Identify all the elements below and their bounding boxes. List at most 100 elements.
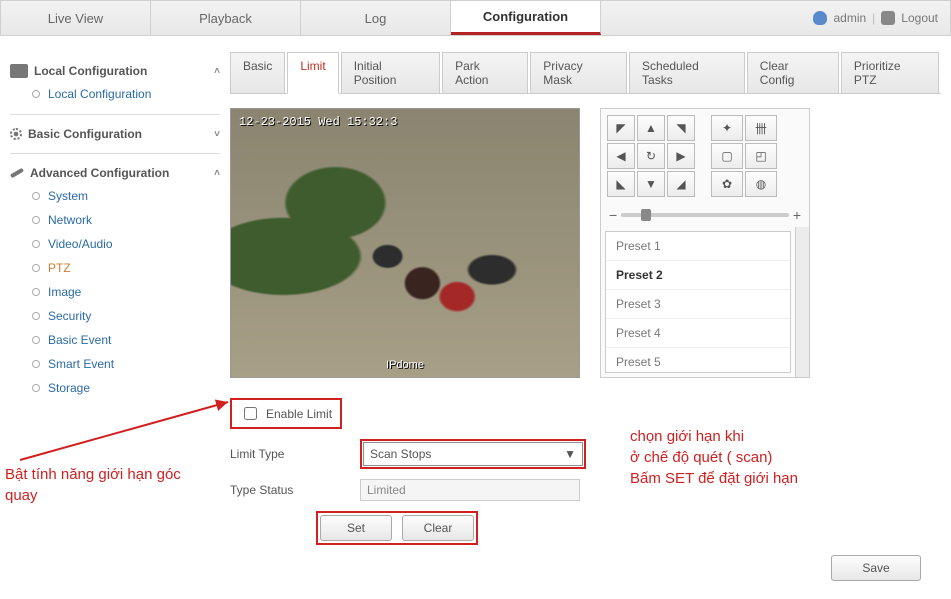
sidebar-item-label: Video/Audio bbox=[48, 237, 113, 251]
bullet-icon bbox=[32, 264, 40, 272]
nav-spacer bbox=[601, 1, 801, 35]
monitor-icon bbox=[10, 64, 28, 78]
sidebar-item-local-config[interactable]: Local Configuration bbox=[10, 82, 220, 106]
ptz-up[interactable]: ▲ bbox=[637, 115, 665, 141]
plus-icon: + bbox=[793, 207, 801, 223]
tab-log[interactable]: Log bbox=[301, 1, 451, 35]
sidebar-item-image[interactable]: Image bbox=[10, 280, 220, 304]
limit-form: Enable Limit Limit Type Scan Stops ▼ Typ… bbox=[230, 398, 941, 545]
type-status-value: Limited bbox=[360, 479, 580, 501]
scrollbar[interactable] bbox=[795, 227, 809, 377]
ptz-down[interactable]: ▼ bbox=[637, 171, 665, 197]
ptz-left[interactable]: ◀ bbox=[607, 143, 635, 169]
zoom-out[interactable]: 卌 bbox=[745, 115, 777, 141]
tab-configuration[interactable]: Configuration bbox=[451, 1, 601, 35]
video-osd-timestamp: 12-23-2015 Wed 15:32:3 bbox=[239, 115, 397, 129]
sidebar-item-ptz[interactable]: PTZ bbox=[10, 256, 220, 280]
sidebar-item-label: Local Configuration bbox=[48, 87, 151, 101]
subtab-limit[interactable]: Limit bbox=[287, 52, 338, 94]
sidebar-item-security[interactable]: Security bbox=[10, 304, 220, 328]
sidebar-item-network[interactable]: Network bbox=[10, 208, 220, 232]
buttons-highlight: Set Clear bbox=[316, 511, 478, 545]
sidebar-item-smart-event[interactable]: Smart Event bbox=[10, 352, 220, 376]
preset-item-1[interactable]: Preset 1 bbox=[606, 232, 790, 261]
focus-far[interactable]: ◰ bbox=[745, 143, 777, 169]
group-title: Basic Configuration bbox=[28, 127, 142, 141]
tab-playback[interactable]: Playback bbox=[151, 1, 301, 35]
logout-icon bbox=[881, 11, 895, 25]
subtab-clear-config[interactable]: Clear Config bbox=[747, 52, 839, 94]
ptz-down-left[interactable]: ◣ bbox=[607, 171, 635, 197]
sidebar-item-label: Storage bbox=[48, 381, 90, 395]
enable-limit-checkbox[interactable] bbox=[244, 407, 257, 420]
sidebar: Local Configuration ˄ Local Configuratio… bbox=[0, 52, 220, 599]
ptz-speed-slider[interactable]: − + bbox=[601, 203, 809, 227]
preset-item-2[interactable]: Preset 2 bbox=[606, 261, 790, 290]
slider-track[interactable] bbox=[621, 213, 789, 217]
subtab-initial-position[interactable]: Initial Position bbox=[341, 52, 440, 94]
subtab-scheduled-tasks[interactable]: Scheduled Tasks bbox=[629, 52, 745, 94]
group-title: Advanced Configuration bbox=[30, 166, 169, 180]
main-panel: Basic Limit Initial Position Park Action… bbox=[220, 52, 951, 599]
bullet-icon bbox=[32, 192, 40, 200]
group-head-local[interactable]: Local Configuration ˄ bbox=[10, 60, 220, 82]
sidebar-item-label: Image bbox=[48, 285, 81, 299]
save-row: Save bbox=[230, 545, 941, 589]
bullet-icon bbox=[32, 216, 40, 224]
subtab-prioritize-ptz[interactable]: Prioritize PTZ bbox=[841, 52, 939, 94]
enable-limit-label: Enable Limit bbox=[266, 407, 332, 421]
body: Local Configuration ˄ Local Configuratio… bbox=[0, 36, 951, 599]
sidebar-item-system[interactable]: System bbox=[10, 184, 220, 208]
sidebar-item-label: Network bbox=[48, 213, 92, 227]
ptz-right[interactable]: ▶ bbox=[667, 143, 695, 169]
video-preview[interactable]: 12-23-2015 Wed 15:32:3 IPdome bbox=[230, 108, 580, 378]
preset-item-5[interactable]: Preset 5 bbox=[606, 348, 790, 373]
limit-type-value: Scan Stops bbox=[370, 447, 431, 461]
bullet-icon bbox=[32, 312, 40, 320]
limit-type-label: Limit Type bbox=[230, 447, 360, 461]
zoom-in[interactable]: ✦ bbox=[711, 115, 743, 141]
iris-open[interactable]: ✿ bbox=[711, 171, 743, 197]
sidebar-item-video-audio[interactable]: Video/Audio bbox=[10, 232, 220, 256]
subtab-basic[interactable]: Basic bbox=[230, 52, 285, 94]
group-title: Local Configuration bbox=[34, 64, 147, 78]
group-head-advanced[interactable]: Advanced Configuration ˄ bbox=[10, 162, 220, 184]
sidebar-item-basic-event[interactable]: Basic Event bbox=[10, 328, 220, 352]
group-local-config: Local Configuration ˄ Local Configuratio… bbox=[10, 52, 220, 115]
ptz-up-right[interactable]: ◥ bbox=[667, 115, 695, 141]
sidebar-item-label: Basic Event bbox=[48, 333, 111, 347]
focus-near[interactable]: ▢ bbox=[711, 143, 743, 169]
ptz-panel: ◤ ▲ ◥ ◀ ↻ ▶ ◣ ▼ ◢ ✦ 卌 ▢ ◰ bbox=[600, 108, 810, 378]
user-icon bbox=[813, 11, 827, 25]
subtab-privacy-mask[interactable]: Privacy Mask bbox=[530, 52, 627, 94]
slider-thumb[interactable] bbox=[641, 209, 651, 221]
ptz-auto[interactable]: ↻ bbox=[637, 143, 665, 169]
bullet-icon bbox=[32, 90, 40, 98]
limit-type-highlight: Scan Stops ▼ bbox=[360, 439, 586, 469]
minus-icon: − bbox=[609, 207, 617, 223]
limit-type-select[interactable]: Scan Stops ▼ bbox=[363, 442, 583, 466]
tab-live-view[interactable]: Live View bbox=[1, 1, 151, 35]
save-button[interactable]: Save bbox=[831, 555, 921, 581]
sidebar-item-label: PTZ bbox=[48, 261, 71, 275]
clear-button[interactable]: Clear bbox=[402, 515, 474, 541]
sidebar-item-storage[interactable]: Storage bbox=[10, 376, 220, 400]
user-area: admin | Logout bbox=[801, 1, 950, 35]
subtab-bar: Basic Limit Initial Position Park Action… bbox=[230, 52, 941, 94]
ptz-down-right[interactable]: ◢ bbox=[667, 171, 695, 197]
logout-link[interactable]: Logout bbox=[901, 11, 938, 25]
group-head-basic[interactable]: Basic Configuration ˅ bbox=[10, 123, 220, 145]
ptz-controls: ◤ ▲ ◥ ◀ ↻ ▶ ◣ ▼ ◢ ✦ 卌 ▢ ◰ bbox=[601, 109, 809, 203]
ptz-up-left[interactable]: ◤ bbox=[607, 115, 635, 141]
set-button[interactable]: Set bbox=[320, 515, 392, 541]
group-basic-config: Basic Configuration ˅ bbox=[10, 115, 220, 154]
iris-close[interactable]: ◍ bbox=[745, 171, 777, 197]
bullet-icon bbox=[32, 288, 40, 296]
dropdown-icon: ▼ bbox=[564, 447, 576, 461]
subtab-park-action[interactable]: Park Action bbox=[442, 52, 528, 94]
bullet-icon bbox=[32, 240, 40, 248]
bullet-icon bbox=[32, 384, 40, 392]
preset-item-3[interactable]: Preset 3 bbox=[606, 290, 790, 319]
preset-list: Preset 1 Preset 2 Preset 3 Preset 4 Pres… bbox=[605, 231, 791, 373]
preset-item-4[interactable]: Preset 4 bbox=[606, 319, 790, 348]
